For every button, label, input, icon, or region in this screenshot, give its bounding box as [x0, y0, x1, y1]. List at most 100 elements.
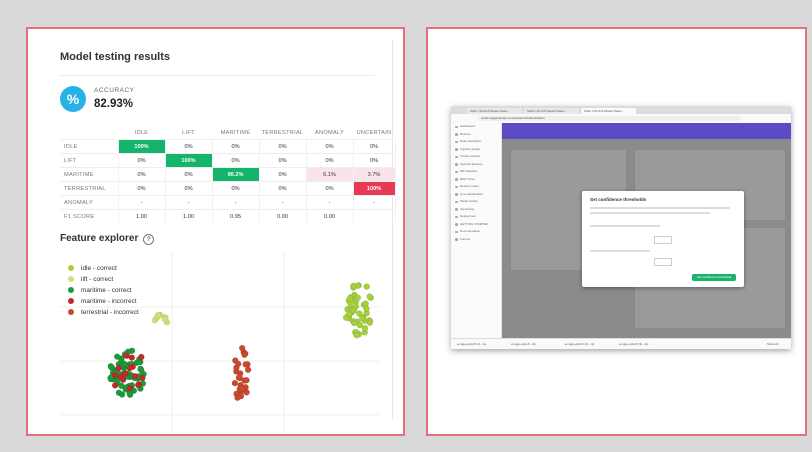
matrix-row: IDLE 100% 0% 0% 0% 0% 0% [60, 139, 396, 154]
scatter-point[interactable] [242, 361, 249, 368]
show-all-button[interactable]: Show All [767, 342, 791, 346]
threshold-input[interactable] [654, 236, 672, 244]
left-panel: Model testing results % ACCURACY 82.93% … [26, 27, 405, 436]
legend-item: idle - correct [68, 263, 139, 274]
app-sidebar-item[interactable]: Impulse design [451, 146, 501, 154]
download-item[interactable]: ei-siga-yolov5 (3)...zip [619, 342, 667, 346]
scatter-point[interactable] [126, 385, 134, 392]
matrix-cell: 3.7% [353, 167, 396, 182]
app-sidebar-item[interactable]: Devices [451, 131, 501, 139]
scatter-point[interactable] [128, 354, 136, 361]
app-sidebar-item[interactable]: Live classification [451, 191, 501, 199]
app-sidebar-item[interactable]: EON Tuner [451, 176, 501, 184]
matrix-cell: 0% [118, 153, 166, 168]
scatter-point[interactable] [366, 293, 373, 300]
app-sidebar-item[interactable]: Versioning [451, 206, 501, 214]
scatter-point[interactable] [139, 374, 146, 382]
app-sidebar-item[interactable]: Data acquisition [451, 138, 501, 146]
matrix-cell: 0% [259, 167, 307, 182]
matrix-cell: 0% [212, 153, 260, 168]
modal-text-line [590, 212, 710, 214]
matrix-cell [353, 209, 396, 223]
matrix-cell: 0% [165, 181, 213, 196]
downloads-bar: ei-siga-yolov5 (1)...zip ei-siga-yolov5.… [451, 338, 791, 349]
scatter-point[interactable] [345, 310, 353, 317]
app-sidebar-item[interactable]: Spectral features [451, 161, 501, 169]
matrix-cell: - [118, 195, 166, 210]
scatter-point[interactable] [137, 365, 144, 372]
scatter-point[interactable] [119, 376, 127, 384]
percent-icon: % [60, 86, 86, 112]
url-field[interactable]: studio.edgeimpulse.com/studio/12345/vali… [477, 116, 741, 121]
matrix-cell: 0% [259, 139, 307, 154]
scatter-point[interactable] [118, 391, 126, 398]
scatter-point[interactable] [238, 344, 246, 352]
confidence-threshold-modal: Set confidence thresholds Set confidence… [582, 191, 744, 287]
legend-label: lift - correct [81, 276, 114, 283]
scatter-point[interactable] [111, 372, 119, 379]
scatter-point[interactable] [115, 365, 122, 372]
set-thresholds-button[interactable]: Set confidence thresholds [692, 274, 736, 281]
scatter-point[interactable] [154, 311, 162, 319]
legend-label: maritime - correct [81, 287, 132, 294]
scatter-point[interactable] [234, 360, 242, 368]
vertical-scrollbar[interactable] [392, 39, 393, 419]
app-sidebar-item[interactable]: Retrain model [451, 183, 501, 191]
download-item[interactable]: ei-siga-yolov5 (2)...zip [565, 342, 613, 346]
matrix-row-label: F1 SCORE [60, 209, 119, 223]
scatter-point[interactable] [241, 351, 248, 359]
download-item[interactable]: ei-siga-yolov5 (1)...zip [457, 342, 505, 346]
scatter-point[interactable] [231, 379, 239, 387]
scatter-point[interactable] [363, 283, 370, 290]
scatter-point[interactable] [122, 370, 129, 377]
matrix-cell: - [259, 195, 307, 210]
scatter-point[interactable] [353, 331, 360, 339]
scatter-point[interactable] [107, 363, 115, 370]
matrix-cell: 0% [165, 139, 213, 154]
help-circle-icon[interactable]: ? [143, 234, 155, 245]
scatter-point[interactable] [346, 295, 354, 302]
accuracy-value: 82.93% [94, 98, 134, 110]
matrix-cell: 0% [212, 181, 260, 196]
app-sidebar-item[interactable]: Create impulse [451, 153, 501, 161]
scatter-point[interactable] [161, 316, 169, 323]
scatter-point[interactable] [134, 381, 142, 389]
modal-title: Set confidence thresholds [590, 197, 647, 202]
matrix-cell: 0% [259, 181, 307, 196]
matrix-row: F1 SCORE 1.00 1.00 0.95 0.00 0.00 [60, 209, 396, 223]
app-sidebar-item[interactable]: Documentation [451, 228, 501, 236]
scatter-point[interactable] [131, 372, 139, 380]
download-item[interactable]: ei-siga-yolov5...zip [511, 342, 559, 346]
app-sidebar-item[interactable]: Dashboard [451, 123, 501, 131]
legend-dot [68, 276, 74, 283]
app-sidebar-item[interactable]: Forums [451, 236, 501, 244]
app-sidebar-item[interactable]: Deployment [451, 213, 501, 221]
matrix-cell: 0% [353, 153, 396, 168]
app-sidebar-item[interactable]: GETTING STARTED [451, 221, 501, 229]
scatter-point[interactable] [244, 366, 252, 374]
app-sidebar-item[interactable]: NN Classifier [451, 168, 501, 176]
matrix-row: LIFT 0% 100% 0% 0% 0% 0% [60, 153, 396, 168]
scatter-point[interactable] [235, 374, 243, 381]
scatter-point[interactable] [234, 394, 241, 401]
threshold-input[interactable] [654, 258, 672, 266]
matrix-cell: 0% [306, 139, 354, 154]
scatter-point[interactable] [126, 364, 134, 372]
scatter-point[interactable] [238, 385, 246, 393]
matrix-cell: 0% [306, 181, 354, 196]
scatter-point[interactable] [111, 382, 119, 389]
matrix-cell: - [212, 195, 260, 210]
scatter-point[interactable] [363, 305, 370, 312]
browser-window-screenshot: SIGA YOLOv5 Model Classi... SIGA YOLOv5 … [451, 106, 791, 349]
scatter-point[interactable] [121, 360, 128, 368]
scatter-point[interactable] [351, 319, 358, 327]
scatter-point[interactable] [356, 321, 364, 329]
matrix-cell: 0.95 [212, 209, 260, 223]
scatter-point[interactable] [138, 353, 145, 361]
scatter-point[interactable] [366, 319, 374, 327]
scatter-point[interactable] [243, 376, 250, 384]
app-sidebar-item[interactable]: Model testing [451, 198, 501, 206]
scatter-point[interactable] [354, 294, 362, 302]
scatter-point[interactable] [350, 282, 357, 290]
scatter-point[interactable] [352, 303, 360, 310]
